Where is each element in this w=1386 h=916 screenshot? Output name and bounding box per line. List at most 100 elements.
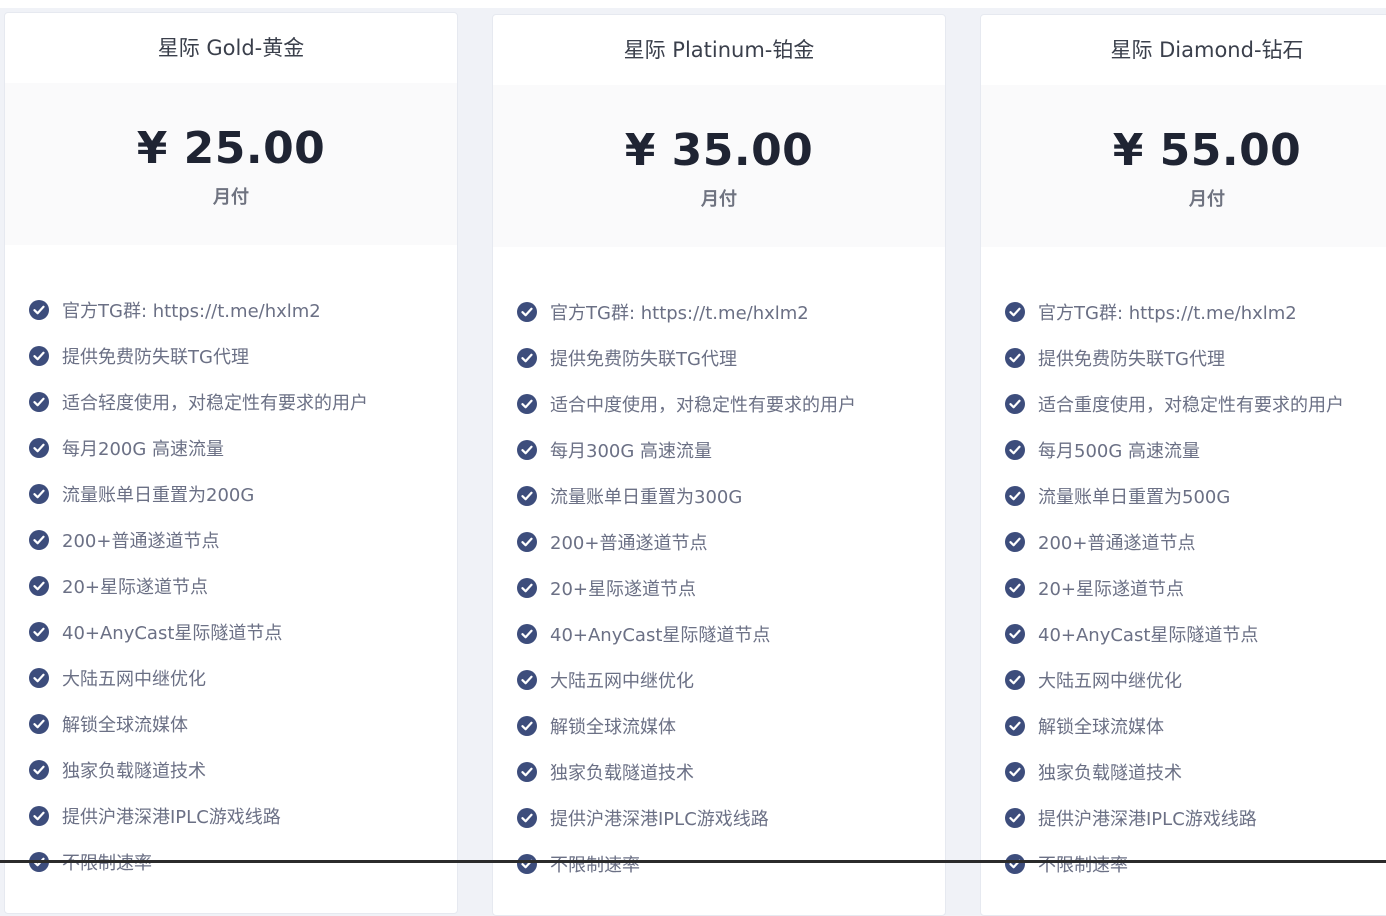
feature-item: 适合中度使用，对稳定性有要求的用户: [517, 381, 945, 427]
feature-item: 每月500G 高速流量: [1005, 427, 1386, 473]
check-circle-icon: [29, 438, 49, 458]
plan-card-gold[interactable]: 星际 Gold-黄金 ¥ 25.00 月付 官方TG群: https://t.m…: [4, 12, 458, 914]
feature-item: 提供免费防失联TG代理: [29, 333, 457, 379]
check-circle-icon: [29, 806, 49, 826]
feature-item: 大陆五网中继优化: [1005, 657, 1386, 703]
feature-text: 流量账单日重置为500G: [1038, 487, 1231, 508]
check-circle-icon: [517, 762, 537, 782]
feature-text: 提供免费防失联TG代理: [550, 349, 737, 370]
check-circle-icon: [29, 392, 49, 412]
feature-text: 200+普通遂道节点: [550, 533, 708, 554]
feature-list: 官方TG群: https://t.me/hxlm2 提供免费防失联TG代理适合中度…: [493, 247, 945, 887]
feature-text: 40+AnyCast星际隧道节点: [62, 623, 283, 644]
check-circle-icon: [29, 576, 49, 596]
feature-item: 提供沪港深港IPLC游戏线路: [1005, 795, 1386, 841]
feature-text: 官方TG群: https://t.me/hxlm2: [550, 303, 809, 324]
feature-item: 适合轻度使用，对稳定性有要求的用户: [29, 379, 457, 425]
check-circle-icon: [1005, 854, 1025, 874]
feature-item: 大陆五网中继优化: [29, 655, 457, 701]
billing-period: 月付: [701, 189, 737, 210]
check-circle-icon: [517, 486, 537, 506]
feature-text: 40+AnyCast星际隧道节点: [550, 625, 771, 646]
feature-text: 200+普通遂道节点: [62, 531, 220, 552]
check-circle-icon: [29, 714, 49, 734]
feature-item: 不限制速率: [517, 841, 945, 887]
feature-text: 提供沪港深港IPLC游戏线路: [62, 807, 281, 828]
billing-period: 月付: [213, 187, 249, 208]
feature-item: 不限制速率: [1005, 841, 1386, 887]
feature-item: 20+星际遂道节点: [517, 565, 945, 611]
feature-text: 大陆五网中继优化: [550, 671, 694, 692]
feature-text: 每月200G 高速流量: [62, 439, 225, 460]
plan-title: 星际 Platinum-铂金: [623, 38, 815, 62]
feature-text: 不限制速率: [550, 855, 640, 876]
check-circle-icon: [29, 300, 49, 320]
feature-text: 官方TG群: https://t.me/hxlm2: [62, 301, 321, 322]
check-circle-icon: [1005, 486, 1025, 506]
feature-text: 流量账单日重置为200G: [62, 485, 255, 506]
check-circle-icon: [1005, 578, 1025, 598]
check-circle-icon: [517, 624, 537, 644]
feature-list: 官方TG群: https://t.me/hxlm2 提供免费防失联TG代理适合轻度…: [5, 245, 457, 885]
feature-text: 适合轻度使用，对稳定性有要求的用户: [62, 393, 368, 414]
feature-text: 大陆五网中继优化: [62, 669, 206, 690]
plan-card-platinum[interactable]: 星际 Platinum-铂金 ¥ 35.00 月付 官方TG群: https:/…: [492, 14, 946, 916]
feature-text: 官方TG群: https://t.me/hxlm2: [1038, 303, 1297, 324]
feature-item: 200+普通遂道节点: [517, 519, 945, 565]
feature-item: 适合重度使用，对稳定性有要求的用户: [1005, 381, 1386, 427]
feature-text: 独家负载隧道技术: [550, 763, 694, 784]
check-circle-icon: [517, 716, 537, 736]
check-circle-icon: [1005, 808, 1025, 828]
feature-item: 解锁全球流媒体: [29, 701, 457, 747]
feature-text: 每月500G 高速流量: [1038, 441, 1201, 462]
feature-text: 解锁全球流媒体: [62, 715, 188, 736]
feature-item: 提供免费防失联TG代理: [517, 335, 945, 381]
plan-price: ¥ 35.00: [624, 125, 814, 176]
check-circle-icon: [517, 440, 537, 460]
feature-item: 200+普通遂道节点: [29, 517, 457, 563]
plan-price: ¥ 25.00: [136, 123, 326, 174]
check-circle-icon: [1005, 348, 1025, 368]
check-circle-icon: [29, 622, 49, 642]
check-circle-icon: [517, 854, 537, 874]
plan-title: 星际 Gold-黄金: [157, 36, 305, 60]
billing-period: 月付: [1189, 189, 1225, 210]
feature-text: 20+星际遂道节点: [62, 577, 208, 598]
plan-card-diamond[interactable]: 星际 Diamond-钻石 ¥ 55.00 月付 官方TG群: https://…: [980, 14, 1386, 916]
check-circle-icon: [1005, 302, 1025, 322]
feature-item: 20+星际遂道节点: [1005, 565, 1386, 611]
check-circle-icon: [517, 302, 537, 322]
feature-item: 40+AnyCast星际隧道节点: [517, 611, 945, 657]
feature-item: 提供免费防失联TG代理: [1005, 335, 1386, 381]
feature-text: 不限制速率: [1038, 855, 1128, 876]
feature-item: 提供沪港深港IPLC游戏线路: [29, 793, 457, 839]
check-circle-icon: [29, 668, 49, 688]
feature-text: 独家负载隧道技术: [1038, 763, 1182, 784]
check-circle-icon: [1005, 440, 1025, 460]
feature-item: 官方TG群: https://t.me/hxlm2: [1005, 289, 1386, 335]
check-circle-icon: [29, 484, 49, 504]
feature-text: 适合中度使用，对稳定性有要求的用户: [550, 395, 856, 416]
plan-title: 星际 Diamond-钻石: [1110, 38, 1304, 62]
feature-text: 流量账单日重置为300G: [550, 487, 743, 508]
feature-item: 20+星际遂道节点: [29, 563, 457, 609]
check-circle-icon: [517, 578, 537, 598]
feature-text: 20+星际遂道节点: [550, 579, 696, 600]
feature-item: 解锁全球流媒体: [517, 703, 945, 749]
check-circle-icon: [1005, 670, 1025, 690]
feature-item: 流量账单日重置为300G: [517, 473, 945, 519]
feature-text: 解锁全球流媒体: [1038, 717, 1164, 738]
feature-item: 独家负载隧道技术: [517, 749, 945, 795]
feature-text: 提供免费防失联TG代理: [62, 347, 249, 368]
feature-text: 解锁全球流媒体: [550, 717, 676, 738]
feature-item: 官方TG群: https://t.me/hxlm2: [517, 289, 945, 335]
check-circle-icon: [1005, 624, 1025, 644]
feature-text: 200+普通遂道节点: [1038, 533, 1196, 554]
feature-text: 适合重度使用，对稳定性有要求的用户: [1038, 395, 1344, 416]
feature-item: 流量账单日重置为500G: [1005, 473, 1386, 519]
check-circle-icon: [517, 348, 537, 368]
feature-text: 独家负载隧道技术: [62, 761, 206, 782]
plan-price: ¥ 55.00: [1112, 125, 1302, 176]
check-circle-icon: [517, 532, 537, 552]
check-circle-icon: [517, 394, 537, 414]
